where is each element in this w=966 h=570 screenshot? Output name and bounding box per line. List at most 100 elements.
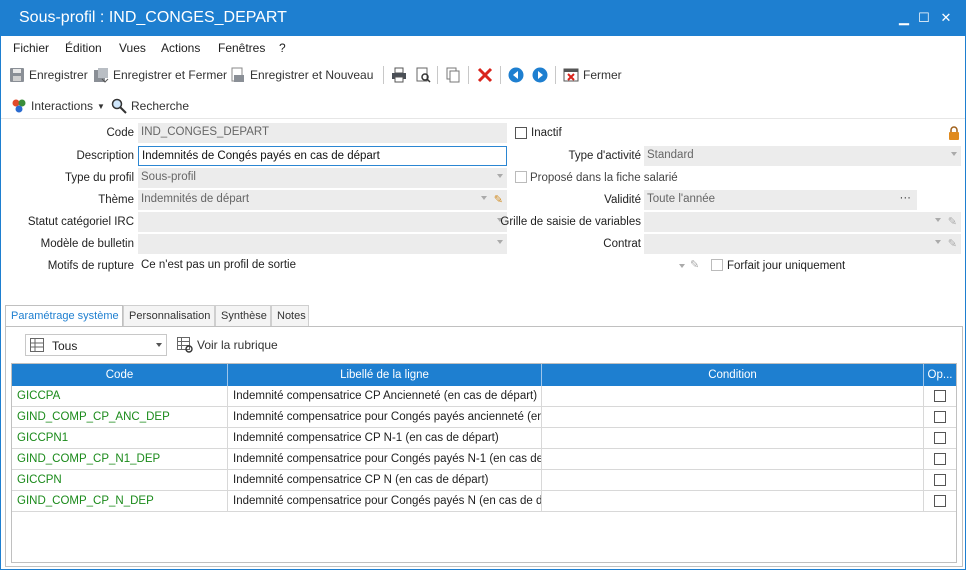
maximize-button[interactable]: ☐ <box>915 9 933 27</box>
chevron-down-icon[interactable] <box>679 264 685 268</box>
tab-personnalisation[interactable]: Personnalisation <box>123 305 215 327</box>
save-new-button[interactable]: Enregistrer et Nouveau <box>230 66 373 84</box>
cell-code: GIND_COMP_CP_N_DEP <box>12 491 228 512</box>
cell-libelle: Indemnité compensatrice pour Congés payé… <box>228 491 542 512</box>
propose-checkbox[interactable] <box>515 171 527 183</box>
delete-button[interactable] <box>477 66 493 84</box>
copy-button[interactable] <box>445 66 461 84</box>
theme-select[interactable]: Indemnités de départ ✎ <box>138 190 507 210</box>
table-row[interactable]: GIND_COMP_CP_N1_DEP Indemnité compensatr… <box>12 449 956 470</box>
filter-dropdown[interactable]: Tous <box>25 334 167 356</box>
menu-help[interactable]: ? <box>279 41 286 55</box>
tab-notes[interactable]: Notes <box>271 305 309 327</box>
row-checkbox[interactable] <box>934 432 946 444</box>
row-checkbox[interactable] <box>934 474 946 486</box>
search-icon <box>111 98 127 114</box>
type-profil-select[interactable]: Sous-profil <box>138 168 507 188</box>
next-button[interactable] <box>532 66 548 84</box>
col-header-op[interactable]: Op... <box>924 364 956 386</box>
menu-actions[interactable]: Actions <box>161 41 200 55</box>
table-row[interactable]: GICCPN1 Indemnité compensatrice CP N-1 (… <box>12 428 956 449</box>
menu-vues[interactable]: Vues <box>119 41 146 55</box>
grille-select[interactable]: ✎ <box>644 212 961 232</box>
cell-condition <box>542 470 924 491</box>
tab-synthese[interactable]: Synthèse <box>215 305 271 327</box>
search-button[interactable]: Recherche <box>111 97 189 115</box>
row-checkbox[interactable] <box>934 390 946 402</box>
fermer-button[interactable]: Fermer <box>563 66 622 84</box>
delete-x-icon <box>477 67 493 83</box>
description-label: Description <box>76 150 134 162</box>
tab-parametrage-systeme[interactable]: Paramétrage système <box>5 305 123 327</box>
close-document-icon <box>563 67 579 83</box>
modele-select[interactable] <box>138 234 507 254</box>
toolbar-separator <box>468 66 469 84</box>
voir-rubrique-label: Voir la rubrique <box>197 338 278 352</box>
view-grid-icon <box>177 337 193 353</box>
menu-bar: Fichier Édition Vues Actions Fenêtres ? <box>1 37 965 59</box>
save-close-label: Enregistrer et Fermer <box>113 68 228 82</box>
col-header-code[interactable]: Code <box>12 364 228 386</box>
save-new-label: Enregistrer et Nouveau <box>250 68 374 82</box>
validite-field[interactable]: Toute l'année ··· <box>644 190 917 210</box>
more-button[interactable]: ··· <box>900 192 912 204</box>
contrat-label: Contrat <box>603 238 641 250</box>
contrat-select[interactable]: ✎ <box>644 234 961 254</box>
toolbar-separator <box>437 66 438 84</box>
cell-code: GIND_COMP_CP_ANC_DEP <box>12 407 228 428</box>
chevron-down-icon <box>497 174 503 178</box>
save-close-button[interactable]: Enregistrer et Fermer <box>93 66 227 84</box>
previous-button[interactable] <box>508 66 524 84</box>
pencil-icon[interactable]: ✎ <box>948 237 957 250</box>
interactions-button[interactable]: Interactions ▼ <box>11 97 105 115</box>
toolbar-separator <box>383 66 384 84</box>
type-activite-value: Standard <box>647 149 694 161</box>
table-row[interactable]: GICCPN Indemnité compensatrice CP N (en … <box>12 470 956 491</box>
cell-libelle: Indemnité compensatrice CP N-1 (en cas d… <box>228 428 542 449</box>
validite-label: Validité <box>604 194 641 206</box>
voir-rubrique-button[interactable]: Voir la rubrique <box>177 336 278 354</box>
lock-icon <box>947 126 961 143</box>
menu-edition[interactable]: Édition <box>65 41 102 55</box>
table-row[interactable]: GIND_COMP_CP_ANC_DEP Indemnité compensat… <box>12 407 956 428</box>
col-header-libelle[interactable]: Libellé de la ligne <box>228 364 542 386</box>
cell-code: GICCPA <box>12 386 228 407</box>
row-checkbox[interactable] <box>934 453 946 465</box>
grid-toolbar: Tous Voir la rubrique <box>9 334 289 356</box>
code-label: Code <box>106 127 135 139</box>
minimize-button[interactable]: ▁ <box>895 9 913 27</box>
grid-icon <box>30 338 44 355</box>
type-activite-select[interactable]: Standard <box>644 146 961 166</box>
inactif-checkbox[interactable] <box>515 127 527 139</box>
table-row[interactable]: GICCPA Indemnité compensatrice CP Ancien… <box>12 386 956 407</box>
inactif-label: Inactif <box>531 127 562 139</box>
close-window-button[interactable]: ✕ <box>937 9 955 27</box>
floppy-disk-icon <box>9 67 25 83</box>
copy-icon <box>445 67 461 83</box>
search-label: Recherche <box>131 99 190 113</box>
pencil-icon[interactable]: ✎ <box>948 215 957 228</box>
chevron-down-icon <box>935 240 941 244</box>
printer-icon <box>391 67 407 83</box>
save-button[interactable]: Enregistrer <box>9 66 88 84</box>
pencil-icon[interactable]: ✎ <box>494 193 503 206</box>
tab-strip: Paramétrage système Personnalisation Syn… <box>5 305 963 327</box>
type-activite-label: Type d'activité <box>568 150 641 162</box>
filter-value: Tous <box>52 339 78 353</box>
description-input[interactable]: Indemnités de Congés payés en cas de dép… <box>138 146 507 166</box>
print-preview-icon <box>415 67 431 83</box>
menu-fichier[interactable]: Fichier <box>13 41 49 55</box>
print-preview-button[interactable] <box>415 66 431 84</box>
pencil-icon[interactable]: ✎ <box>690 258 699 271</box>
row-checkbox[interactable] <box>934 411 946 423</box>
chevron-down-icon <box>481 196 487 200</box>
statut-irc-select[interactable] <box>138 212 507 232</box>
forfait-checkbox[interactable] <box>711 259 723 271</box>
menu-fenetres[interactable]: Fenêtres <box>218 41 265 55</box>
title-bar: Sous-profil : IND_CONGES_DEPART ▁ ☐ ✕ <box>1 1 965 36</box>
cell-libelle: Indemnité compensatrice CP Ancienneté (e… <box>228 386 542 407</box>
col-header-condition[interactable]: Condition <box>542 364 924 386</box>
table-row[interactable]: GIND_COMP_CP_N_DEP Indemnité compensatri… <box>12 491 956 512</box>
print-button[interactable] <box>391 66 407 84</box>
row-checkbox[interactable] <box>934 495 946 507</box>
